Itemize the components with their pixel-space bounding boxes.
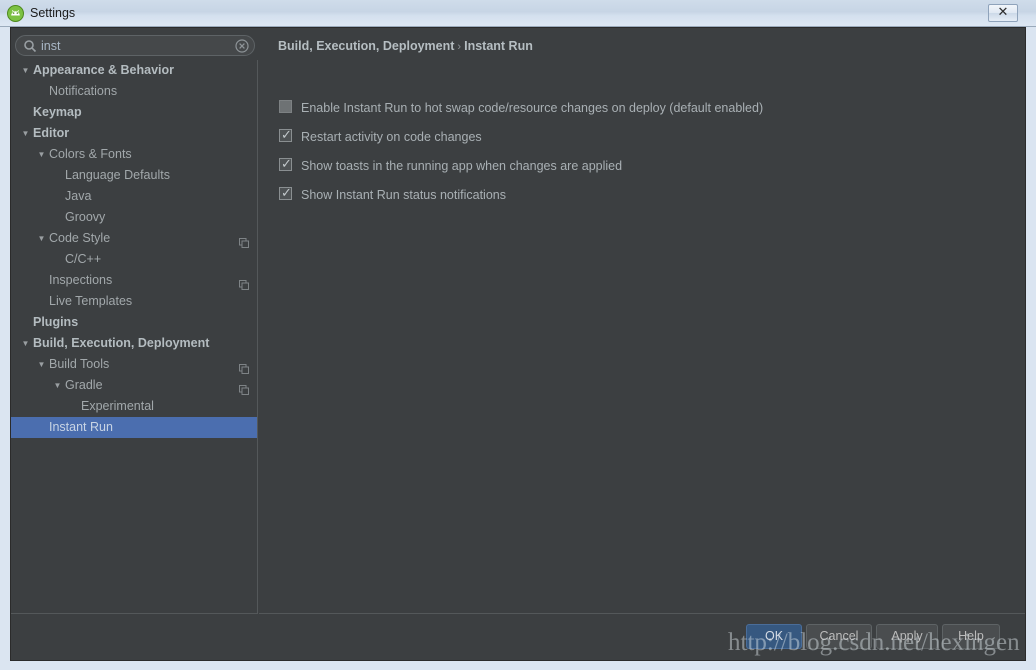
checkmark-icon: ✓ [281,157,292,172]
expand-arrow-icon[interactable]: ▼ [35,228,48,249]
sidebar-item-label: Java [65,189,92,203]
sidebar-item-plugins[interactable]: Plugins [11,312,257,333]
expand-arrow-icon[interactable]: ▼ [19,333,32,354]
checkbox-unchecked-icon[interactable] [279,100,292,113]
breadcrumb-current: Instant Run [464,39,533,53]
sidebar-item-groovy[interactable]: Groovy [11,207,257,228]
sidebar-item-appearance-behavior[interactable]: ▼ Appearance & Behavior [11,60,257,81]
dialog-button-bar: OK Cancel Apply Help [11,615,1025,660]
android-studio-icon [7,5,24,22]
sidebar-item-experimental[interactable]: Experimental [11,396,257,417]
expand-arrow-icon[interactable]: ▼ [35,354,48,375]
sidebar-item-label: Editor [33,126,70,140]
checkbox-label: Restart activity on code changes [301,130,482,144]
close-button[interactable]: ✕ [988,4,1018,22]
sidebar-item-live-templates[interactable]: Live Templates [11,291,257,312]
sidebar-item-label: Live Templates [49,294,133,308]
sidebar-item-label: Instant Run [49,420,113,434]
close-icon: ✕ [997,5,1009,20]
clear-icon[interactable] [235,39,249,53]
sidebar-item-label: Inspections [49,273,113,287]
sidebar-item-java[interactable]: Java [11,186,257,207]
checkmark-icon: ✓ [281,128,292,143]
sidebar-item-label: Colors & Fonts [49,147,132,161]
window-title: Settings [30,6,76,20]
sidebar-item-instant-run[interactable]: Instant Run [11,417,257,438]
sidebar-item-label: Keymap [33,105,82,119]
settings-content-pane: Build, Execution, Deployment › Instant Run… [259,28,1025,614]
checkbox-label: Show Instant Run status notifications [301,188,506,202]
sidebar-item-colors-fonts[interactable]: ▼ Colors & Fonts [11,144,257,165]
checkbox-label: Enable Instant Run to hot swap code/reso… [301,101,764,115]
expand-arrow-icon[interactable]: ▼ [19,123,32,144]
checkbox-label: Show toasts in the running app when chan… [301,159,623,173]
sidebar-item-label: Plugins [33,315,79,329]
sidebar-item-build-execution-deployment[interactable]: ▼ Build, Execution, Deployment [11,333,257,354]
sidebar-item-keymap[interactable]: Keymap [11,102,257,123]
sidebar-item-label: Groovy [65,210,106,224]
sidebar-item-code-style[interactable]: ▼ Code Style [11,228,257,249]
sidebar-item-label: Experimental [81,399,154,413]
help-button[interactable]: Help [942,624,1000,649]
sidebar-item-label: C/C++ [65,252,102,266]
checkbox-checked-icon[interactable]: ✓ [279,186,292,201]
search-input-value: inst [41,39,61,53]
search-row: inst [11,28,258,60]
sidebar-item-label: Build Tools [49,357,110,371]
sidebar-item-label: Language Defaults [65,168,170,182]
copy-settings-icon[interactable] [239,360,249,374]
copy-settings-icon[interactable] [239,234,249,248]
settings-window: Settings ✕ inst ▼ Appearance & Behavior … [0,0,1036,670]
checkbox-checked-icon[interactable]: ✓ [279,128,292,143]
expand-arrow-icon[interactable]: ▼ [35,144,48,165]
sidebar-item-label: Notifications [49,84,118,98]
breadcrumb-parent: Build, Execution, Deployment [278,39,455,53]
sidebar-item-language-defaults[interactable]: Language Defaults [11,165,257,186]
search-icon [23,39,37,53]
apply-button[interactable]: Apply [876,624,938,649]
copy-settings-icon[interactable] [239,381,249,395]
cancel-button[interactable]: Cancel [806,624,872,649]
sidebar-item-notifications[interactable]: Notifications [11,81,257,102]
sidebar-item-gradle[interactable]: ▼ Gradle [11,375,257,396]
sidebar-item-editor[interactable]: ▼ Editor [11,123,257,144]
sidebar-item-label: Code Style [49,231,111,245]
breadcrumb: Build, Execution, Deployment › Instant Run [278,39,533,53]
checkbox-checked-icon[interactable]: ✓ [279,157,292,172]
sidebar-item-c-c[interactable]: C/C++ [11,249,257,270]
sidebar-item-label: Build, Execution, Deployment [33,336,210,350]
breadcrumb-separator-icon: › [457,41,462,53]
checkmark-icon: ✓ [281,186,292,201]
search-input[interactable]: inst [15,35,255,56]
sidebar-item-build-tools[interactable]: ▼ Build Tools [11,354,257,375]
settings-dialog-body: inst ▼ Appearance & Behavior Notifications… [10,27,1026,661]
window-titlebar: Settings ✕ [0,0,1036,27]
sidebar-item-label: Gradle [65,378,103,392]
expand-arrow-icon[interactable]: ▼ [19,60,32,81]
sidebar-item-inspections[interactable]: Inspections [11,270,257,291]
expand-arrow-icon[interactable]: ▼ [51,375,64,396]
copy-settings-icon[interactable] [239,276,249,290]
sidebar-item-label: Appearance & Behavior [33,63,175,77]
settings-tree[interactable]: ▼ Appearance & Behavior Notifications Keyma… [11,60,258,614]
ok-button[interactable]: OK [746,624,802,649]
